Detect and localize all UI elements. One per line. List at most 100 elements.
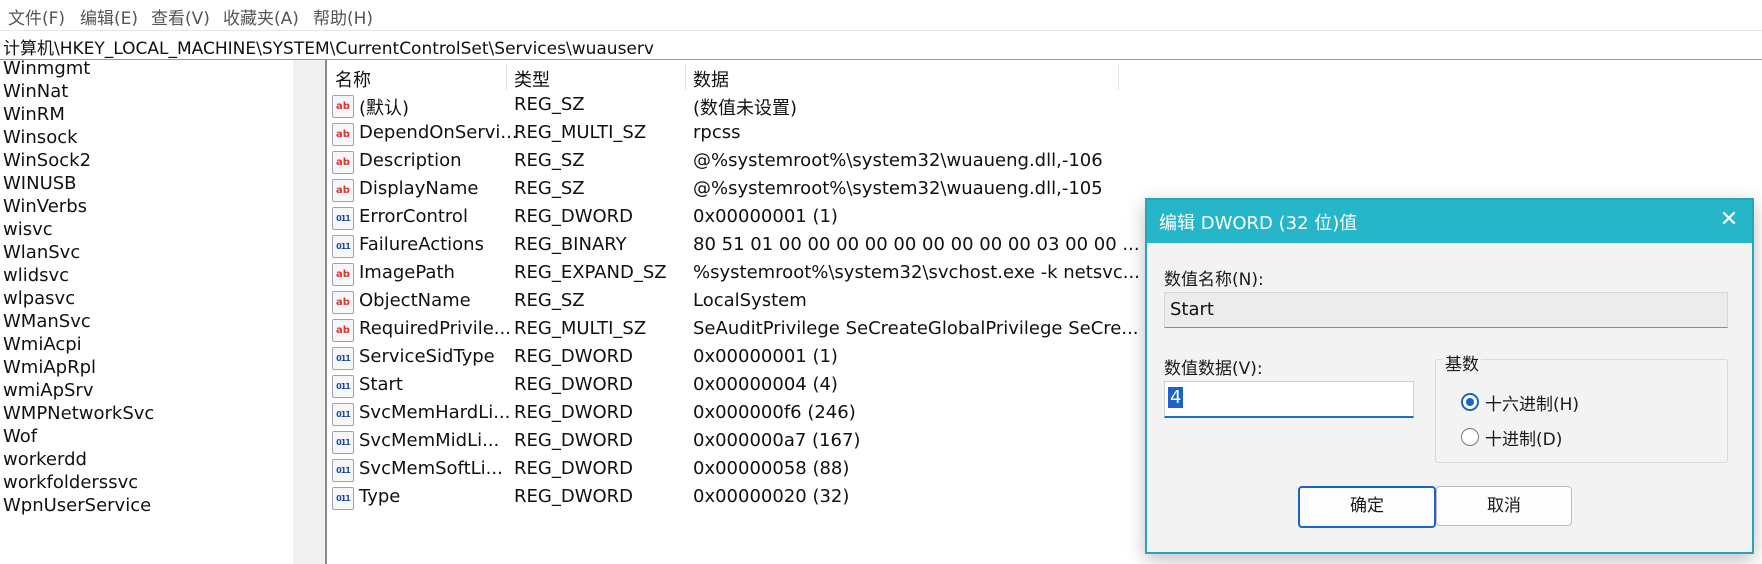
column-name-header[interactable]: 名称 [335,66,371,92]
pane-splitter[interactable] [325,60,327,564]
menu-edit[interactable]: 编辑(E) [80,4,138,29]
tree-item[interactable]: wlidsvc [3,265,69,286]
value-type: REG_MULTI_SZ [514,318,647,339]
binary-value-icon: 011 [332,459,354,482]
value-data: 0x00000001 (1) [693,346,838,367]
value-data: @%systemroot%\system32\wuaueng.dll,-105 [693,178,1103,199]
value-data-label: 数值数据(V): [1164,359,1263,379]
value-type: REG_SZ [514,94,585,115]
column-divider[interactable] [1118,64,1119,90]
string-value-icon: ab [332,319,354,342]
value-type: REG_EXPAND_SZ [514,262,667,283]
radio-decimal-label[interactable]: 十进制(D) [1485,425,1562,450]
value-type: REG_DWORD [514,346,634,367]
binary-value-icon: 011 [332,347,354,370]
dialog-title-bar[interactable]: 编辑 DWORD (32 位)值 ✕ [1147,200,1752,243]
tree-item[interactable]: Wof [3,426,37,447]
value-name: SvcMemSoftLi... [359,458,503,479]
value-name: Description [359,150,462,171]
ok-button[interactable]: 确定 [1298,486,1436,528]
address-path[interactable]: 计算机\HKEY_LOCAL_MACHINE\SYSTEM\CurrentCon… [3,34,654,59]
value-data: 0x000000f6 (246) [693,402,856,423]
string-value-icon: ab [332,123,354,146]
tree-item[interactable]: wlpasvc [3,288,75,309]
tree-item[interactable]: WinRM [3,104,65,125]
value-data: @%systemroot%\system32\wuaueng.dll,-106 [693,150,1103,171]
close-icon[interactable]: ✕ [1716,207,1742,233]
tree-item[interactable]: Winsock [3,127,78,148]
tree-item[interactable]: WinSock2 [3,150,91,171]
radio-hex[interactable] [1461,393,1479,411]
cancel-button[interactable]: 取消 [1436,486,1572,526]
menu-favorites[interactable]: 收藏夹(A) [223,4,299,29]
value-type: REG_DWORD [514,430,634,451]
column-divider[interactable] [506,64,507,90]
value-data: %systemroot%\system32\svchost.exe -k net… [693,262,1140,283]
value-data-selected-text[interactable]: 4 [1168,387,1184,408]
tree-item[interactable]: WmiApRpl [3,357,96,378]
radio-decimal[interactable] [1461,428,1479,446]
value-data: 80 51 01 00 00 00 00 00 00 00 00 00 03 0… [693,234,1140,255]
menu-bar: 文件(F) 编辑(E) 查看(V) 收藏夹(A) 帮助(H) [0,0,1762,29]
value-data-input[interactable]: 4 [1164,381,1414,418]
radio-hex-label[interactable]: 十六进制(H) [1485,390,1579,415]
value-data: rpcss [693,122,741,143]
tree-item[interactable]: WinNat [3,81,68,102]
tree-item[interactable]: WMPNetworkSvc [3,403,154,424]
value-name: SvcMemHardLi... [359,402,511,423]
value-name: Type [359,486,401,507]
value-type: REG_DWORD [514,402,634,423]
value-name: RequiredPrivile... [359,318,511,339]
tree-item[interactable]: WinVerbs [3,196,87,217]
value-name: DisplayName [359,178,479,199]
column-data-header[interactable]: 数据 [693,66,729,92]
value-data: SeAuditPrivilege SeCreateGlobalPrivilege… [693,318,1139,339]
value-name: DependOnServi... [359,122,518,143]
value-row[interactable]: ab (默认) REG_SZ (数值未设置) [328,92,1428,120]
value-name: ServiceSidType [359,346,495,367]
value-type: REG_DWORD [514,458,634,479]
value-type: REG_DWORD [514,374,634,395]
value-name: Start [359,374,403,395]
value-name: ObjectName [359,290,471,311]
tree-item[interactable]: workerdd [3,449,87,470]
tree-item[interactable]: WlanSvc [3,242,80,263]
tree-scrollbar[interactable] [293,60,325,564]
address-bar[interactable]: 计算机\HKEY_LOCAL_MACHINE\SYSTEM\CurrentCon… [0,30,1762,60]
value-data: 0x00000058 (88) [693,458,850,479]
value-type: REG_SZ [514,290,585,311]
value-type: REG_DWORD [514,206,634,227]
value-name: SvcMemMidLi... [359,430,500,451]
tree-item[interactable]: Winmgmt [3,60,90,79]
tree-item[interactable]: WINUSB [3,173,77,194]
tree-item[interactable]: WManSvc [3,311,91,332]
tree-item[interactable]: wisvc [3,219,53,240]
menu-help[interactable]: 帮助(H) [313,4,373,29]
column-divider[interactable] [685,64,686,90]
tree-item[interactable]: wmiApSrv [3,380,93,401]
value-data: 0x00000001 (1) [693,206,838,227]
value-type: REG_MULTI_SZ [514,122,647,143]
tree-item[interactable]: WmiAcpi [3,334,82,355]
menu-file[interactable]: 文件(F) [8,4,65,29]
value-type: REG_SZ [514,178,585,199]
tree-item[interactable]: workfolderssvc [3,472,138,493]
string-value-icon: ab [332,95,354,118]
binary-value-icon: 011 [332,235,354,258]
string-value-icon: ab [332,179,354,202]
key-tree[interactable]: Winmgmt WinNat WinRM Winsock WinSock2 WI… [0,60,292,564]
value-data: 0x000000a7 (167) [693,430,861,451]
binary-value-icon: 011 [332,487,354,510]
value-name: FailureActions [359,234,484,255]
column-type-header[interactable]: 类型 [514,66,550,92]
value-data: 0x00000020 (32) [693,486,850,507]
menu-view[interactable]: 查看(V) [151,4,210,29]
value-type: REG_DWORD [514,486,634,507]
binary-value-icon: 011 [332,403,354,426]
value-row[interactable]: ab DependOnServi... REG_MULTI_SZ rpcss [328,120,1428,148]
tree-item[interactable]: WpnUserService [3,495,151,516]
binary-value-icon: 011 [332,375,354,398]
value-row[interactable]: ab Description REG_SZ @%systemroot%\syst… [328,148,1428,176]
string-value-icon: ab [332,291,354,314]
value-name-field: Start [1164,292,1728,328]
